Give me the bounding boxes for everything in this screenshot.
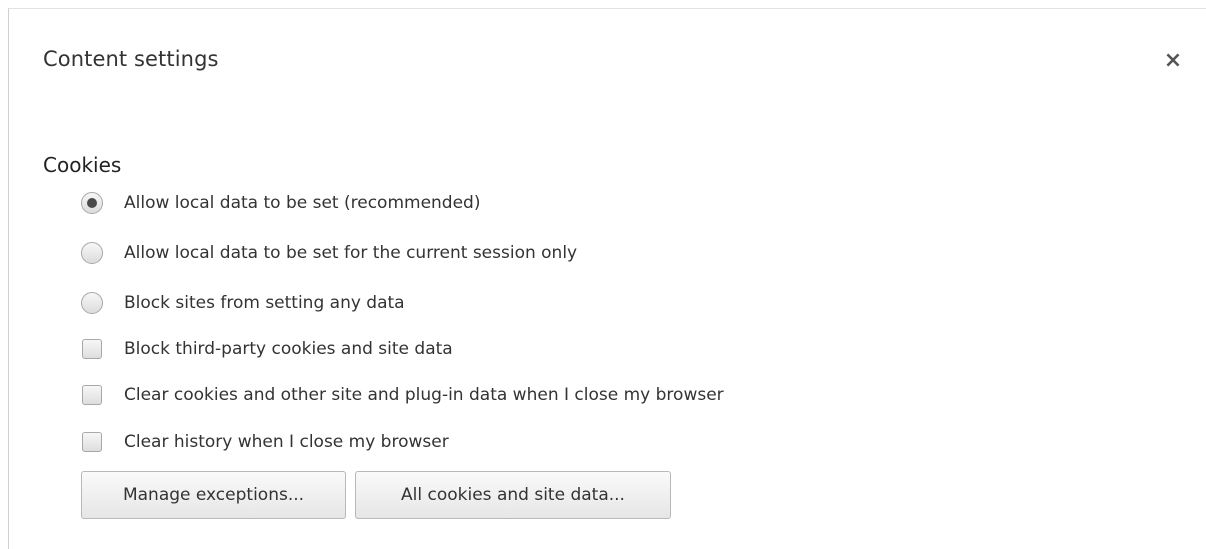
radio-button[interactable] bbox=[81, 242, 103, 264]
all-cookies-button[interactable]: All cookies and site data... bbox=[355, 471, 671, 519]
cookies-section-heading: Cookies bbox=[43, 153, 122, 177]
checkbox[interactable] bbox=[82, 339, 102, 359]
manage-exceptions-button[interactable]: Manage exceptions... bbox=[81, 471, 346, 519]
radio-button-selected[interactable] bbox=[81, 192, 103, 214]
radio-block-all[interactable]: Block sites from setting any data bbox=[81, 288, 405, 318]
dialog-title: Content settings bbox=[43, 47, 219, 71]
content-settings-dialog: Content settings × Cookies Allow local d… bbox=[8, 8, 1206, 549]
radio-session-only[interactable]: Allow local data to be set for the curre… bbox=[81, 238, 577, 268]
radio-label: Allow local data to be set (recommended) bbox=[124, 193, 481, 213]
radio-label: Block sites from setting any data bbox=[124, 293, 405, 313]
checkbox-clear-history-on-close[interactable]: Clear history when I close my browser bbox=[81, 427, 449, 457]
checkbox[interactable] bbox=[82, 432, 102, 452]
checkbox-label: Clear cookies and other site and plug-in… bbox=[124, 385, 724, 405]
checkbox-label: Clear history when I close my browser bbox=[124, 432, 449, 452]
radio-dot-icon bbox=[87, 198, 97, 208]
checkbox-label: Block third-party cookies and site data bbox=[124, 339, 453, 359]
radio-label: Allow local data to be set for the curre… bbox=[124, 243, 578, 263]
radio-allow-local-data[interactable]: Allow local data to be set (recommended) bbox=[81, 188, 481, 218]
close-icon[interactable]: × bbox=[1161, 49, 1185, 73]
checkbox[interactable] bbox=[82, 385, 102, 405]
checkbox-block-third-party[interactable]: Block third-party cookies and site data bbox=[81, 334, 453, 364]
checkbox-clear-cookies-on-close[interactable]: Clear cookies and other site and plug-in… bbox=[81, 380, 724, 410]
radio-button[interactable] bbox=[81, 292, 103, 314]
